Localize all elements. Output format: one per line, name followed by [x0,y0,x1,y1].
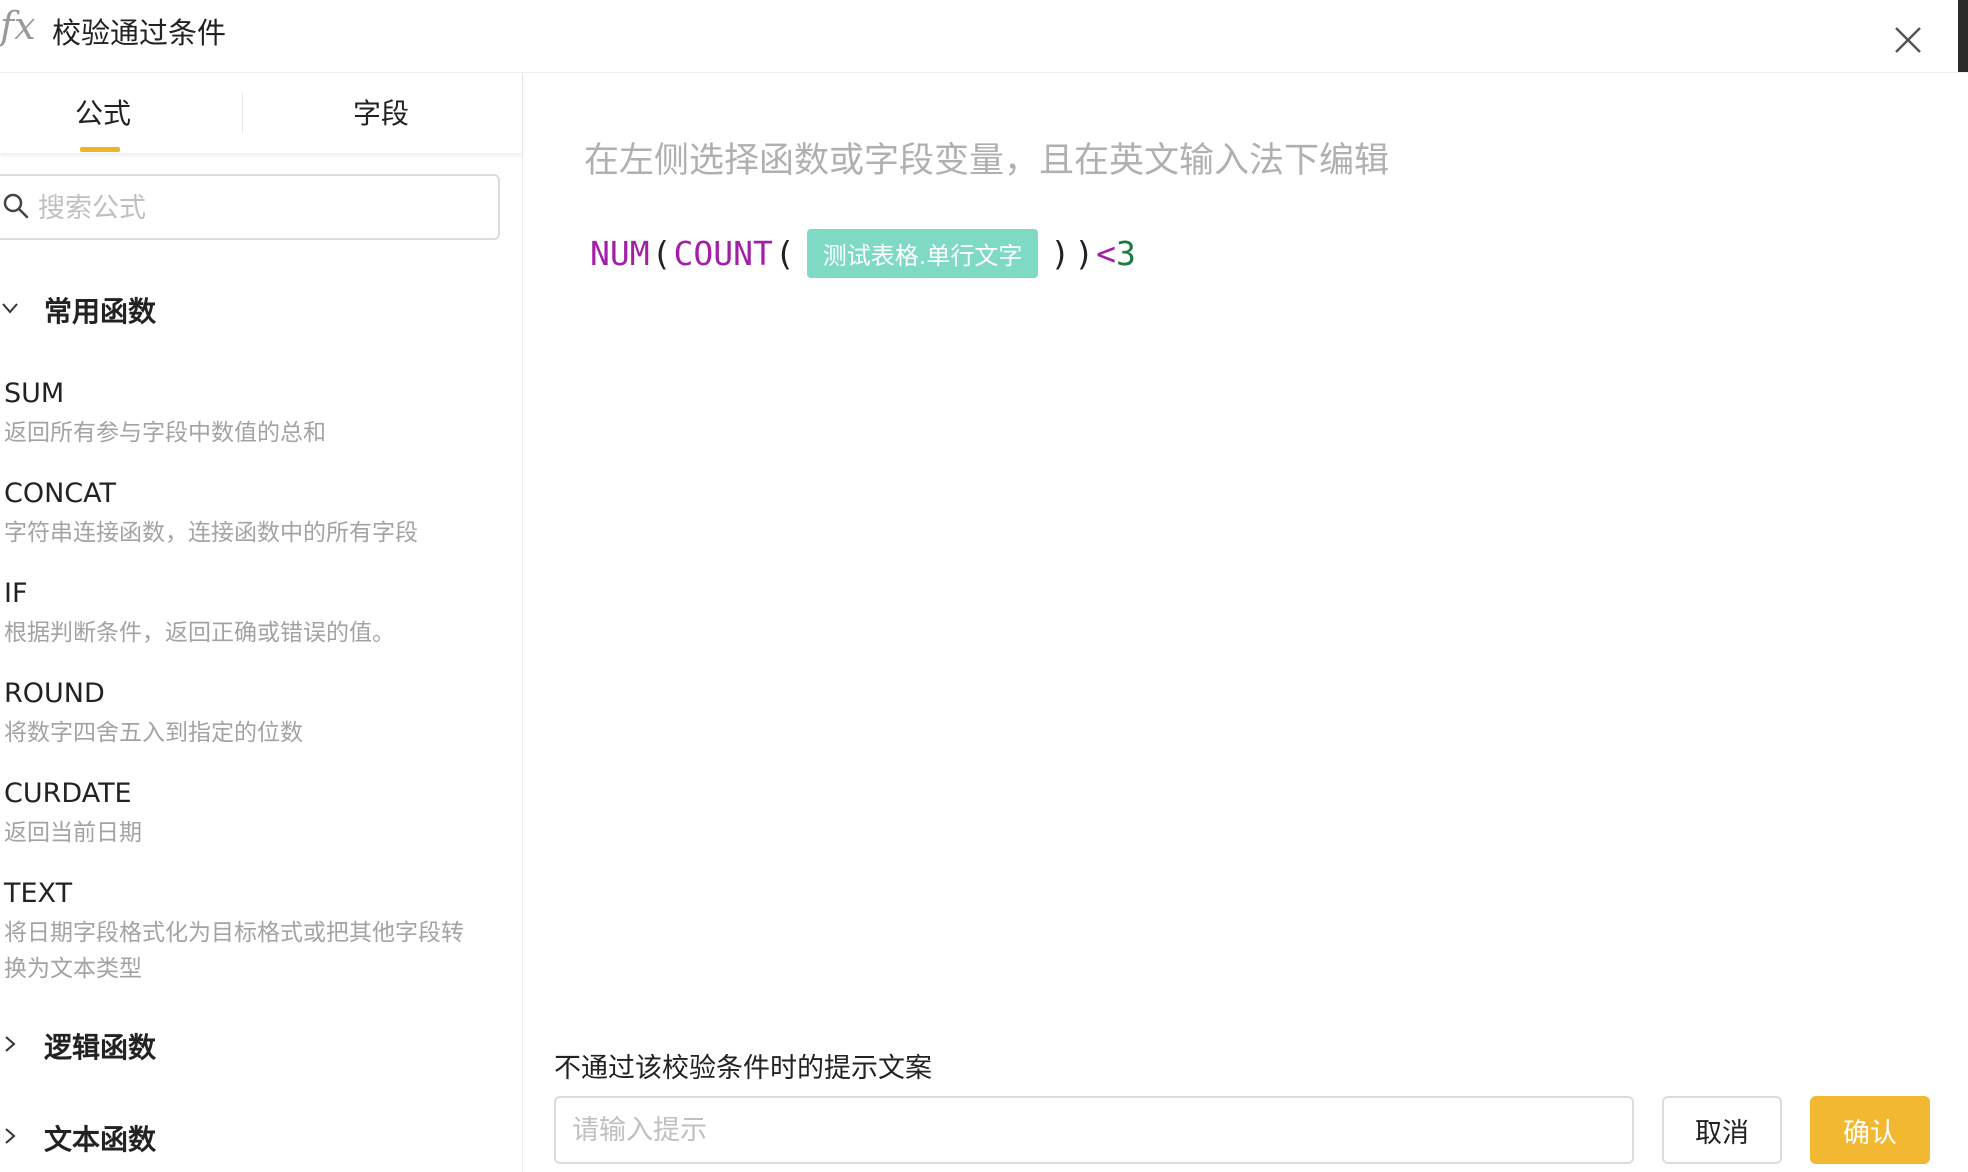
cancel-button[interactable]: 取消 [1662,1096,1782,1164]
error-message-label: 不通过该校验条件时的提示文案 [554,1053,932,1084]
chevron-down-icon[interactable] [0,298,20,318]
function-desc-if: 根据判断条件，返回正确或错误的值。 [4,620,395,646]
function-item-round[interactable]: ROUND [4,678,105,709]
function-item-if[interactable]: IF [4,578,28,609]
formula-paren: ) [1074,233,1095,273]
dialog-title: 校验通过条件 [52,16,227,50]
close-icon[interactable] [1888,20,1928,60]
confirm-button[interactable]: 确认 [1810,1096,1930,1164]
chevron-right-icon[interactable] [0,1034,20,1054]
tab-divider [242,93,243,133]
formula-value: 3 [1115,233,1136,273]
formula-operator: < [1096,233,1116,273]
search-input[interactable] [36,180,490,236]
panel-tabs: 公式 字段 [0,73,522,153]
function-item-curdate[interactable]: CURDATE [4,778,132,809]
window-edge [1958,0,1968,72]
group-logic-functions[interactable]: 逻辑函数 [44,1026,156,1066]
tab-field[interactable]: 字段 [278,73,484,153]
tab-formula[interactable]: 公式 [0,73,206,153]
formula-field-chip[interactable]: 测试表格.单行文字 [806,228,1039,278]
formula-paren: ( [651,233,672,273]
error-message-input[interactable] [554,1096,1634,1164]
active-tab-indicator [80,147,120,152]
editor-hint: 在左侧选择函数或字段变量，且在英文输入法下编辑 [584,141,1390,181]
dialog-header [0,0,1968,73]
function-desc-sum: 返回所有参与字段中数值的总和 [4,420,326,446]
function-desc-concat: 字符串连接函数，连接函数中的所有字段 [4,520,418,546]
fx-icon: fx [0,4,36,48]
function-desc-text: 将日期字段格式化为目标格式或把其他字段转换为文本类型 [4,920,464,982]
function-item-text[interactable]: TEXT [4,878,72,909]
formula-function-count: COUNT [673,233,773,273]
group-text-functions[interactable]: 文本函数 [44,1118,156,1158]
chevron-right-icon[interactable] [0,1126,20,1146]
function-desc-curdate: 返回当前日期 [4,820,142,846]
formula-editor[interactable]: NUM ( COUNT ( 测试表格.单行文字 ) ) < 3 [590,228,1136,278]
function-item-concat[interactable]: CONCAT [4,478,116,509]
formula-paren: ) [1050,233,1071,273]
function-item-sum[interactable]: SUM [4,378,64,409]
function-desc-round: 将数字四舍五入到指定的位数 [4,720,303,746]
formula-function-num: NUM [590,233,650,273]
search-icon [3,193,29,219]
group-common-functions[interactable]: 常用函数 [44,290,156,330]
formula-paren: ( [774,233,795,273]
